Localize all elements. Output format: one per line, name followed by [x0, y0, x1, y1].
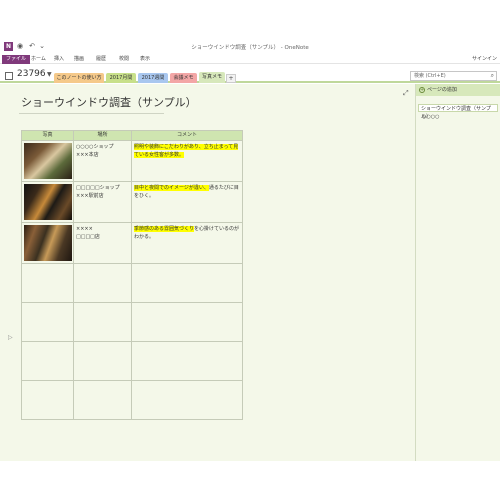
page-list-pane [415, 84, 500, 461]
place-cell[interactable]: ×××× □□□□店 [73, 222, 132, 264]
empty-cell[interactable] [21, 341, 74, 381]
table-row-empty[interactable] [21, 380, 243, 420]
tab-home[interactable]: ホーム [31, 55, 46, 64]
footer-area [0, 461, 500, 500]
search-icon[interactable]: ⌕ [491, 72, 494, 80]
empty-cell[interactable] [21, 302, 74, 342]
place-name: ×××× [76, 226, 93, 232]
section-tab-photo[interactable]: 写真メモ [199, 72, 225, 83]
table-row-empty[interactable] [21, 341, 243, 381]
section-tab-meeting[interactable]: 会議メモ [170, 73, 197, 83]
tab-review[interactable]: 校閲 [119, 55, 129, 64]
page-item-selected[interactable]: ショーウインドウ調査（サンプル） [418, 104, 498, 120]
expand-icon[interactable]: ⤢ [403, 89, 409, 98]
empty-cell[interactable] [73, 302, 132, 342]
comment-cell[interactable]: 照明や装飾にこだわりがあり、立ち止まって見ている女性客が多数。 [131, 140, 243, 182]
tab-draw[interactable]: 描画 [74, 55, 84, 64]
section-tab-monthly[interactable]: 2017月間 [106, 73, 136, 83]
add-section-button[interactable]: + [226, 74, 236, 83]
place-branch: ×××本店 [76, 152, 99, 158]
table-row-empty[interactable] [21, 263, 243, 303]
empty-cell[interactable] [73, 263, 132, 303]
header-photo: 写真 [21, 130, 74, 141]
photo-cell[interactable] [21, 181, 74, 223]
collapse-arrow-icon[interactable]: ▷ [8, 334, 13, 341]
notebook-name[interactable]: 23796 [17, 69, 46, 80]
highlighted-comment: 季節感のある雰囲気づくり [134, 226, 195, 232]
place-branch: □□□□店 [76, 234, 100, 240]
survey-table[interactable]: 写真 場所 コメント ○○○○ショップ ×××本店 照明や装飾にこだわりがあり、立… [21, 130, 243, 420]
place-cell[interactable]: □□□□□ショップ ×××駅前店 [73, 181, 132, 223]
table-row[interactable]: ×××× □□□□店 季節感のある雰囲気づくりを心掛けているのがわかる。 [21, 222, 243, 264]
page-item[interactable]: ○○○○ [418, 113, 498, 121]
empty-cell[interactable] [21, 380, 74, 420]
tab-file[interactable]: ファイル [2, 55, 31, 64]
add-page-icon[interactable]: + [419, 87, 425, 93]
storefront-photo[interactable] [24, 184, 72, 220]
comment-cell[interactable]: 季節感のある雰囲気づくりを心掛けているのがわかる。 [131, 222, 243, 264]
table-row[interactable]: ○○○○ショップ ×××本店 照明や装飾にこだわりがあり、立ち止まって見ている女性… [21, 140, 243, 182]
chevron-down-icon[interactable]: ▼ [47, 71, 52, 78]
search-placeholder: 検索 (Ctrl+E) [414, 73, 446, 79]
tab-view[interactable]: 表示 [140, 55, 150, 64]
place-cell[interactable]: ○○○○ショップ ×××本店 [73, 140, 132, 182]
empty-cell[interactable] [73, 380, 132, 420]
header-comment: コメント [131, 130, 243, 141]
section-tab-weekly[interactable]: 2017週間 [138, 73, 168, 83]
header-place: 場所 [73, 130, 132, 141]
signin-link[interactable]: サインイン [472, 55, 497, 64]
place-branch: ×××駅前店 [76, 193, 104, 199]
comment-cell[interactable]: 目中と夜間でのイメージが違い、通るたびに目をひく。 [131, 181, 243, 223]
highlighted-comment: 照明や装飾にこだわりがあり、立ち止まって見ている女性客が多数。 [134, 144, 239, 158]
place-name: □□□□□ショップ [76, 185, 120, 191]
table-header-row: 写真 場所 コメント [21, 130, 243, 141]
photo-cell[interactable] [21, 140, 74, 182]
table-row[interactable]: □□□□□ショップ ×××駅前店 目中と夜間でのイメージが違い、通るたびに目をひく… [21, 181, 243, 223]
empty-cell[interactable] [131, 380, 243, 420]
empty-cell[interactable] [21, 263, 74, 303]
empty-cell[interactable] [73, 341, 132, 381]
storefront-photo[interactable] [24, 143, 72, 179]
tab-history[interactable]: 履歴 [96, 55, 106, 64]
window-title: ショーウインドウ調査（サンプル） - OneNote [191, 45, 309, 51]
search-input[interactable]: 検索 (Ctrl+E) ⌕ [410, 71, 497, 81]
place-name: ○○○○ショップ [76, 144, 114, 150]
table-row-empty[interactable] [21, 302, 243, 342]
section-tab-how-to[interactable]: このノートの使い方 [54, 73, 104, 83]
empty-cell[interactable] [131, 341, 243, 381]
tab-insert[interactable]: 挿入 [54, 55, 64, 64]
empty-cell[interactable] [131, 302, 243, 342]
photo-cell[interactable] [21, 222, 74, 264]
notebook-icon[interactable] [5, 72, 13, 80]
empty-cell[interactable] [131, 263, 243, 303]
title-underline [19, 113, 164, 114]
add-page-button[interactable]: ページの追加 [416, 84, 500, 96]
storefront-photo[interactable] [24, 225, 72, 261]
highlighted-comment: 目中と夜間でのイメージが違い、 [134, 185, 209, 191]
page-title[interactable]: ショーウインドウ調査（サンプル） [21, 96, 197, 110]
